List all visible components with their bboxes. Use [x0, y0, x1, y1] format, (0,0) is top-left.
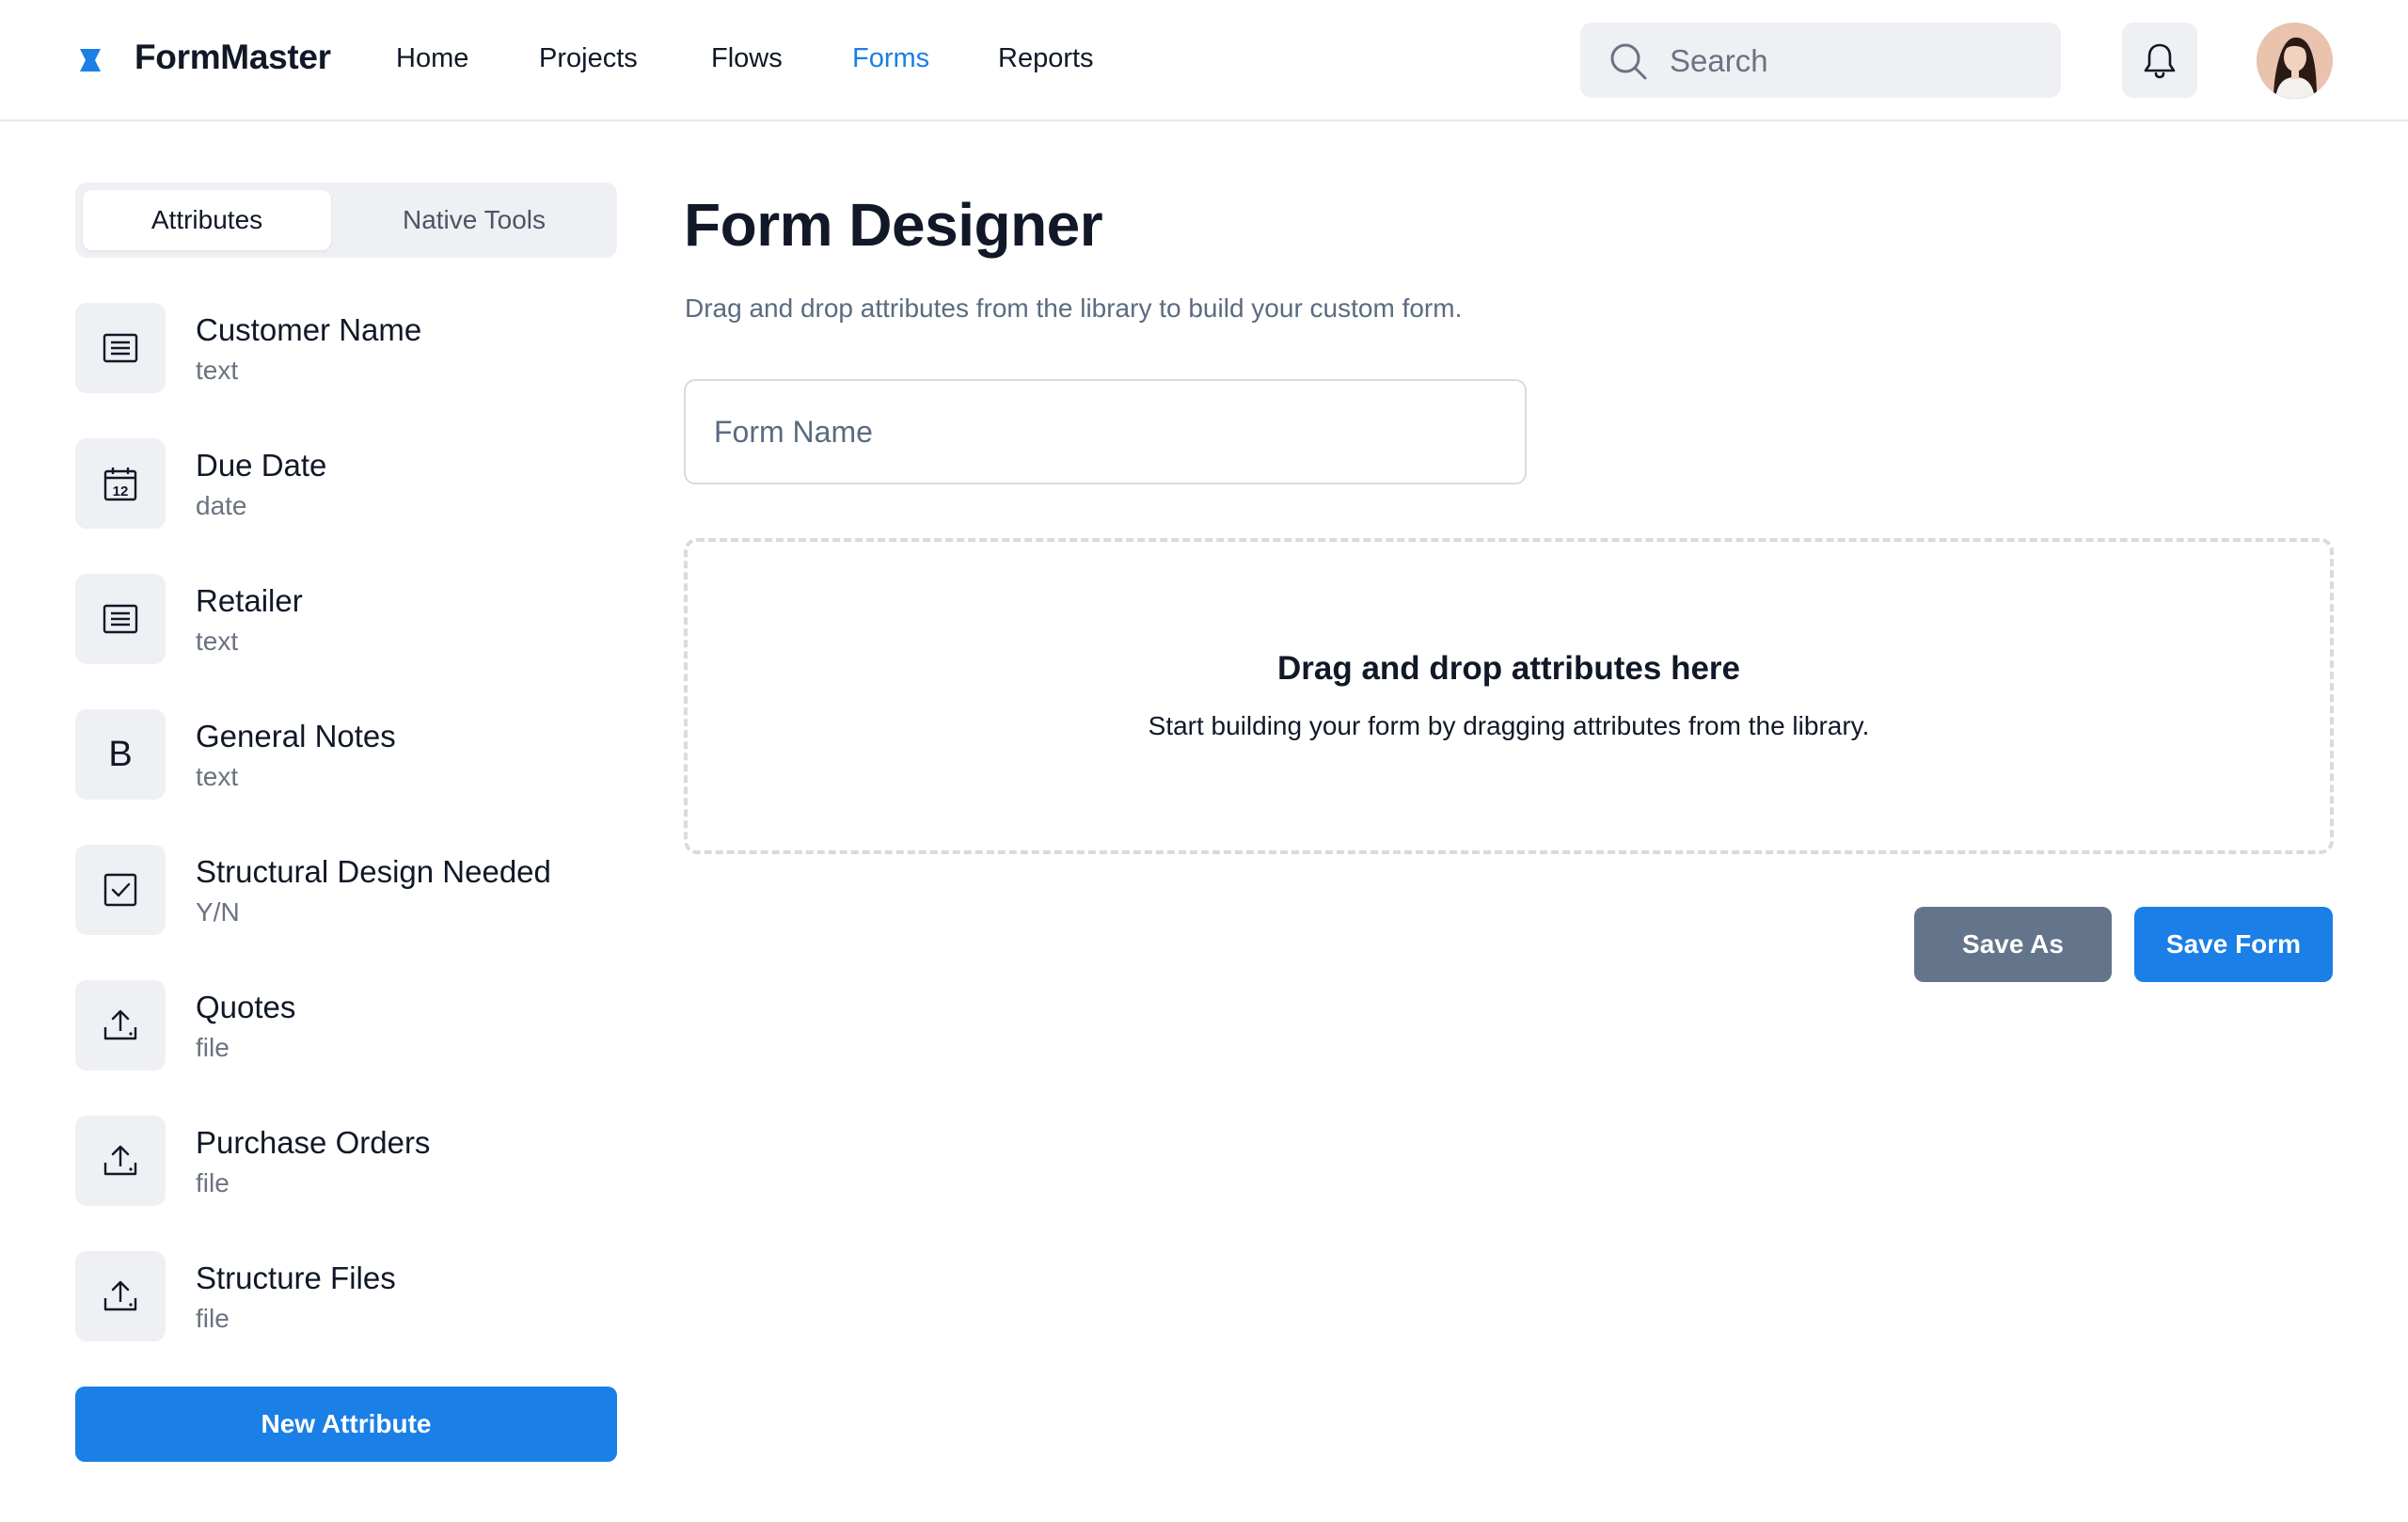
formmaster-logo-icon[interactable]: [77, 47, 103, 73]
brand-name[interactable]: FormMaster: [135, 38, 331, 77]
attribute-icon-box: [75, 303, 166, 393]
attribute-item-quotes[interactable]: Quotes file: [75, 980, 617, 1070]
attribute-name: Structure Files: [196, 1260, 396, 1295]
attribute-type: text: [196, 356, 239, 385]
attribute-icon-box: [75, 980, 166, 1070]
search-placeholder: Search: [1670, 43, 1768, 78]
attribute-type: file: [196, 1168, 230, 1197]
attribute-item-general-notes[interactable]: B General Notes text: [75, 709, 617, 800]
avatar[interactable]: [2257, 23, 2333, 99]
attribute-name: Purchase Orders: [196, 1125, 431, 1160]
attribute-name: Quotes: [196, 990, 296, 1024]
form-drop-zone[interactable]: Drag and drop attributes here Start buil…: [684, 538, 2334, 854]
checkbox-icon: [103, 873, 137, 907]
upload-icon: [103, 1145, 137, 1176]
drop-zone-subtitle: Start building your form by dragging att…: [1148, 711, 1870, 740]
top-nav-bar: FormMaster Home Projects Flows Forms Rep…: [0, 0, 2408, 121]
text-lines-icon: [103, 604, 138, 634]
save-as-button[interactable]: Save As: [1914, 907, 2112, 982]
attribute-icon-box: 12: [75, 438, 166, 529]
upload-icon: [103, 1009, 137, 1040]
attribute-icon-box: [75, 574, 166, 664]
nav-reports[interactable]: Reports: [998, 43, 1094, 74]
bell-icon: [2144, 43, 2176, 79]
save-form-button[interactable]: Save Form: [2134, 907, 2333, 982]
search-bar[interactable]: Search: [1580, 23, 2061, 98]
attribute-item-structural-design-needed[interactable]: Structural Design Needed Y/N: [75, 845, 617, 935]
attribute-item-customer-name[interactable]: Customer Name text: [75, 303, 617, 393]
nav-projects[interactable]: Projects: [539, 43, 638, 74]
attribute-name: Structural Design Needed: [196, 854, 551, 889]
calendar-icon: 12: [103, 468, 137, 501]
attribute-type: date: [196, 491, 247, 520]
drop-zone-title: Drag and drop attributes here: [1276, 650, 1741, 687]
page-title: Form Designer: [684, 191, 1103, 259]
search-icon: [1610, 43, 1647, 80]
attribute-name: Retailer: [196, 583, 303, 618]
new-attribute-button[interactable]: New Attribute: [75, 1387, 617, 1462]
attribute-type: file: [196, 1033, 230, 1062]
attribute-icon-box: B: [75, 709, 166, 800]
attribute-name: General Notes: [196, 719, 396, 753]
form-name-input[interactable]: [684, 379, 1527, 484]
text-lines-icon: [103, 333, 138, 363]
nav-forms[interactable]: Forms: [852, 43, 929, 74]
tab-native-tools[interactable]: Native Tools: [339, 190, 610, 250]
user-photo: [2257, 23, 2333, 99]
library-tabs: Attributes Native Tools: [75, 182, 617, 258]
attribute-type: file: [196, 1304, 230, 1333]
attribute-type: Y/N: [196, 897, 240, 927]
attribute-item-due-date[interactable]: 12 Due Date date: [75, 438, 617, 529]
attribute-icon-box: [75, 845, 166, 935]
page-subtitle: Drag and drop attributes from the librar…: [685, 293, 1463, 323]
notifications-button[interactable]: [2122, 23, 2197, 98]
nav-home[interactable]: Home: [396, 43, 468, 74]
attribute-item-purchase-orders[interactable]: Purchase Orders file: [75, 1116, 617, 1206]
attribute-item-structure-files[interactable]: Structure Files file: [75, 1251, 617, 1341]
attribute-item-retailer[interactable]: Retailer text: [75, 574, 617, 664]
attribute-icon-box: [75, 1251, 166, 1341]
calendar-day: 12: [113, 484, 129, 499]
upload-icon: [103, 1280, 137, 1311]
attribute-icon-box: [75, 1116, 166, 1206]
attribute-name: Customer Name: [196, 312, 422, 347]
tab-attributes[interactable]: Attributes: [83, 190, 331, 250]
bold-b-icon: B: [108, 735, 133, 774]
attribute-type: text: [196, 762, 239, 791]
attribute-type: text: [196, 626, 239, 656]
nav-flows[interactable]: Flows: [711, 43, 783, 74]
attribute-name: Due Date: [196, 448, 327, 483]
